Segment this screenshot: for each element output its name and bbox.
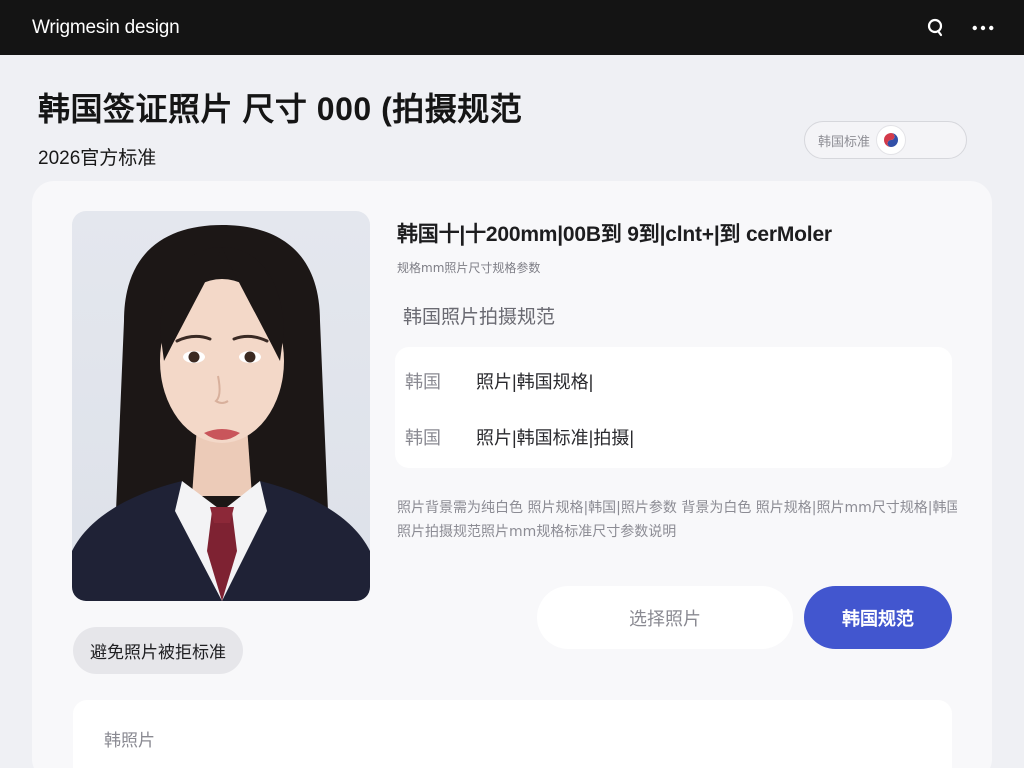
- info-row-key: 韩国: [405, 372, 441, 392]
- info-row: 韩国 照片|韩国规格|: [405, 368, 593, 394]
- language-toggle-label: 韩国标准: [818, 134, 871, 150]
- korea-flag-icon: [876, 125, 907, 155]
- sample-portrait-photo: [72, 211, 370, 601]
- bottom-panel: 韩照片: [73, 700, 952, 768]
- app-title: Wrigmesin design: [32, 16, 180, 38]
- description: 照片背景需为纯白色 照片规格|韩国|照片参数 背景为白色 照片规格|照片mm尺寸…: [397, 496, 957, 544]
- info-row-key: 韩国: [405, 428, 441, 448]
- bottom-panel-label: 韩照片: [104, 731, 155, 750]
- korea-spec-button[interactable]: 韩国规范: [804, 586, 952, 649]
- page-title: 韩国签证照片 尺寸 000 (拍摄规范: [38, 91, 523, 127]
- more-horizontal-icon[interactable]: [972, 17, 994, 39]
- info-row: 韩国 照片|韩国标准|拍摄|: [405, 424, 634, 450]
- spec-subtitle: 规格mm照片尺寸规格参数: [397, 261, 541, 275]
- page-subtitle: 2026官方标准: [38, 148, 157, 169]
- description-line: 照片背景需为纯白色 照片规格|韩国|照片参数 背景为白色 照片规格|照片mm尺寸…: [397, 500, 957, 516]
- description-line: 照片拍摄规范照片mm规格标准尺寸参数说明: [397, 524, 677, 540]
- rejection-tips-chip[interactable]: 避免照片被拒标准: [73, 627, 243, 674]
- top-actions: [924, 17, 994, 39]
- choose-photo-button[interactable]: 选择照片: [537, 586, 793, 649]
- info-box: 韩国 照片|韩国规格| 韩国 照片|韩国标准|拍摄|: [395, 347, 952, 468]
- info-row-value: 照片|韩国规格|: [476, 372, 594, 392]
- search-icon[interactable]: [924, 17, 946, 39]
- spec-title: 韩国十|十200mm|00B到 9到|clnt+|到 cerMoler: [397, 223, 832, 246]
- top-bar: Wrigmesin design: [0, 0, 1024, 55]
- language-toggle[interactable]: 韩国标准: [804, 121, 967, 159]
- info-row-value: 照片|韩国标准|拍摄|: [476, 428, 635, 448]
- page-header: 韩国签证照片 尺寸 000 (拍摄规范 2026官方标准: [38, 84, 522, 170]
- spec-section-label: 韩国照片拍摄规范: [403, 307, 556, 328]
